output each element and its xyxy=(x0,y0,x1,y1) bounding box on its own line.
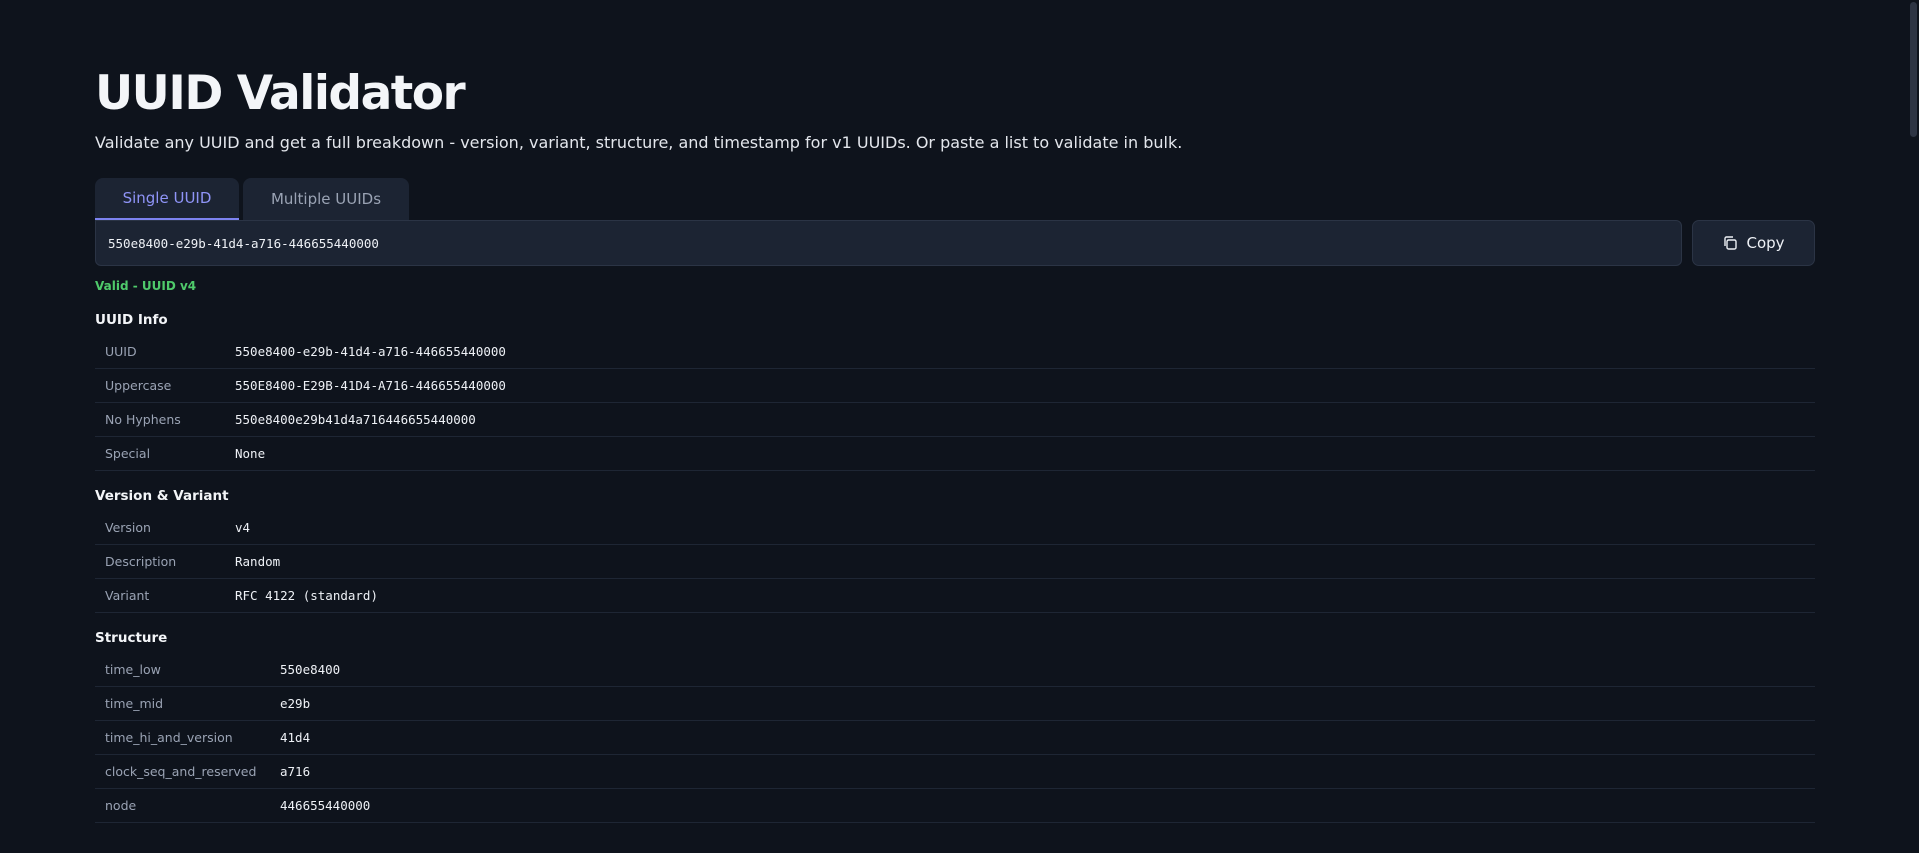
info-row: No Hyphens 550e8400e29b41d4a716446655440… xyxy=(95,403,1815,437)
version-key: Description xyxy=(105,554,177,569)
info-value: 550e8400-e29b-41d4-a716-446655440000 xyxy=(235,344,506,359)
structure-value: e29b xyxy=(280,696,311,711)
structure-row: node 446655440000 xyxy=(95,789,1815,823)
version-value: v4 xyxy=(235,520,251,535)
structure-value: 550e8400 xyxy=(280,662,341,677)
info-row: Special None xyxy=(95,437,1815,471)
info-key: UUID xyxy=(105,344,137,359)
version-row: Variant RFC 4122 (standard) xyxy=(95,579,1815,613)
info-key: Special xyxy=(105,446,151,461)
structure-value: a716 xyxy=(280,764,311,779)
version-row: Description Random xyxy=(95,545,1815,579)
structure-table: time_low 550e8400 time_mid e29b time_hi_… xyxy=(95,653,1815,823)
section-title-uuid-info: UUID Info xyxy=(95,312,168,328)
structure-key: time_mid xyxy=(105,696,164,711)
uuid-info-table: UUID 550e8400-e29b-41d4-a716-44665544000… xyxy=(95,335,1815,471)
structure-value: 446655440000 xyxy=(280,798,371,813)
page-title: UUID Validator xyxy=(95,66,466,121)
tab-multiple-uuids[interactable]: Multiple UUIDs xyxy=(243,178,409,220)
version-row: Version v4 xyxy=(95,511,1815,545)
copy-button-label: Copy xyxy=(1746,234,1785,252)
mode-tabs: Single UUID Multiple UUIDs xyxy=(95,178,1815,220)
info-key: Uppercase xyxy=(105,378,172,393)
info-row: UUID 550e8400-e29b-41d4-a716-44665544000… xyxy=(95,335,1815,369)
version-key: Version xyxy=(105,520,151,535)
version-value: Random xyxy=(235,554,281,569)
copy-button[interactable]: Copy xyxy=(1692,220,1815,266)
structure-row: time_hi_and_version 41d4 xyxy=(95,721,1815,755)
section-title-structure: Structure xyxy=(95,630,168,646)
structure-key: node xyxy=(105,798,137,813)
structure-row: time_mid e29b xyxy=(95,687,1815,721)
copy-icon xyxy=(1722,235,1738,251)
version-value: RFC 4122 (standard) xyxy=(235,588,378,603)
info-row: Uppercase 550E8400-E29B-41D4-A716-446655… xyxy=(95,369,1815,403)
info-value: 550E8400-E29B-41D4-A716-446655440000 xyxy=(235,378,506,393)
structure-value: 41d4 xyxy=(280,730,311,745)
input-row: Copy xyxy=(95,220,1815,266)
validation-status: Valid - UUID v4 xyxy=(95,279,197,293)
page-subtitle: Validate any UUID and get a full breakdo… xyxy=(95,133,1183,152)
version-variant-table: Version v4 Description Random Variant RF… xyxy=(95,511,1815,613)
page: UUID Validator Validate any UUID and get… xyxy=(95,64,1815,823)
version-key: Variant xyxy=(105,588,150,603)
uuid-input[interactable] xyxy=(95,220,1682,266)
structure-key: time_low xyxy=(105,662,161,677)
structure-key: clock_seq_and_reserved xyxy=(105,764,257,779)
structure-row: time_low 550e8400 xyxy=(95,653,1815,687)
page-scrollbar[interactable] xyxy=(1907,0,1919,853)
section-title-version-variant: Version & Variant xyxy=(95,488,229,504)
tab-single-uuid[interactable]: Single UUID xyxy=(95,178,239,220)
scrollbar-thumb[interactable] xyxy=(1910,2,1917,137)
info-key: No Hyphens xyxy=(105,412,181,427)
structure-row: clock_seq_and_reserved a716 xyxy=(95,755,1815,789)
info-value: None xyxy=(235,446,266,461)
info-value: 550e8400e29b41d4a716446655440000 xyxy=(235,412,476,427)
structure-key: time_hi_and_version xyxy=(105,730,233,745)
